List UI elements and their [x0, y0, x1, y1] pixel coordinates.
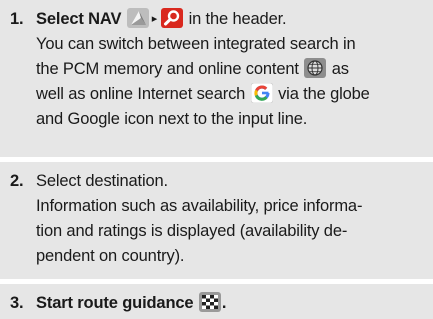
step-1-line-2: You can switch between integrated search… [36, 35, 356, 53]
step-2-line-3: tion and ratings is displayed (availabil… [36, 222, 348, 240]
google-icon [250, 83, 273, 103]
step-number: 3. [10, 294, 24, 312]
step-1-line-3: the PCM memory and online content as [10, 57, 425, 82]
checkered-flag-icon [198, 292, 221, 312]
step-1-line-3-end: as [327, 60, 349, 78]
step-1-lead: Select [36, 10, 89, 28]
step-2-line-4: pendent on country). [36, 247, 185, 265]
step-1-after-icons: in the header. [184, 10, 287, 28]
step-number: 2. [10, 172, 24, 190]
step-3-header: 3. Start route guidance . [10, 291, 425, 316]
step-1-line-4-end: via the globe [273, 85, 370, 103]
step-2-title: Select destination. [36, 172, 168, 190]
step-1-line-4-text: well as online Internet search [36, 85, 250, 103]
step-number: 1. [10, 10, 24, 28]
step-1: 1. Select NAV ▸ in the header. You can sw… [0, 0, 433, 157]
nav-label: NAV [88, 10, 122, 28]
step-1-line-3-text: the PCM memory and online content [36, 60, 304, 78]
step-2-line-2: Information such as availability, price … [36, 197, 363, 215]
search-icon [161, 8, 184, 28]
step-3-title: Start route guidance [36, 294, 194, 312]
navigation-arrow-icon [126, 8, 149, 28]
step-1-line-5: and Google icon next to the input line. [36, 110, 308, 128]
step-1-header: 1. Select NAV ▸ in the header. [10, 7, 425, 32]
step-1-line-4: well as online Internet search via the g… [10, 82, 425, 107]
step-2-header: 2. Select destination. [10, 169, 425, 194]
globe-icon [304, 58, 327, 78]
step-3-title-end: . [221, 294, 227, 312]
arrow-separator: ▸ [151, 13, 158, 25]
step-2: 2. Select destination. Information such a… [0, 162, 433, 279]
